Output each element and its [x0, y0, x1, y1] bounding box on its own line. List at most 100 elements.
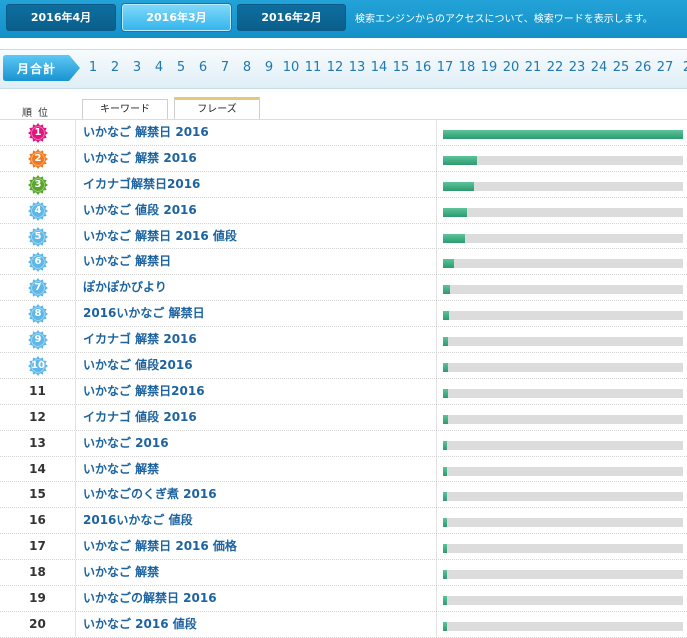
- day-link[interactable]: 2: [676, 60, 687, 75]
- phrase-link[interactable]: 2016いかなご 解禁日: [83, 301, 205, 326]
- tab-keyword[interactable]: キーワード: [82, 99, 168, 119]
- day-link[interactable]: 23: [566, 60, 588, 75]
- table-row: 14 いかなご 解禁: [0, 456, 687, 483]
- day-link[interactable]: 1: [82, 60, 104, 75]
- phrase-link[interactable]: いかなご 解禁日 2016: [83, 120, 209, 145]
- phrase-link[interactable]: いかなご 2016 値段: [83, 612, 197, 637]
- day-link[interactable]: 18: [456, 60, 478, 75]
- top-bar: 2016年4月 2016年3月 2016年2月 検索エンジンからのアクセスについ…: [0, 0, 687, 38]
- bar-cell: [436, 586, 687, 611]
- table-row: 11 いかなご 解禁日2016: [0, 378, 687, 405]
- share-bar-fill: [443, 544, 447, 554]
- table-row: 16 2016いかなご 値段: [0, 508, 687, 535]
- rank-badge-icon: 1: [28, 123, 48, 143]
- day-link[interactable]: 19: [478, 60, 500, 75]
- share-bar-track: [443, 155, 683, 165]
- month-tab-2016-02[interactable]: 2016年2月: [237, 4, 346, 31]
- rank-badge-icon: 6: [28, 252, 48, 273]
- share-bar-fill: [443, 207, 467, 217]
- rank-number: 7: [34, 282, 42, 294]
- day-link[interactable]: 24: [588, 60, 610, 75]
- rank-number: 5: [34, 230, 42, 242]
- share-bar-fill: [443, 337, 448, 347]
- rank-badge-icon: 3: [28, 174, 48, 195]
- day-link[interactable]: 16: [412, 60, 434, 75]
- rank-cell: 1: [0, 120, 76, 145]
- share-bar-track: [443, 363, 683, 373]
- phrase-link[interactable]: いかなご 値段 2016: [83, 198, 197, 223]
- phrase-link[interactable]: イカナゴ解禁日2016: [83, 172, 200, 197]
- day-link[interactable]: 21: [522, 60, 544, 75]
- rank-cell: 17: [0, 534, 76, 560]
- day-link[interactable]: 7: [214, 60, 236, 75]
- bar-cell: [436, 327, 687, 353]
- rank-header: 順位: [22, 108, 54, 119]
- month-tab-2016-04[interactable]: 2016年4月: [6, 4, 116, 31]
- phrase-link[interactable]: いかなご 解禁日: [83, 249, 171, 274]
- bar-cell: [436, 404, 687, 430]
- day-link[interactable]: 11: [302, 60, 324, 75]
- share-bar-fill: [443, 414, 448, 424]
- share-bar-fill: [443, 570, 447, 580]
- table-row: 20 いかなご 2016 値段: [0, 611, 687, 638]
- phrase-link[interactable]: いかなご 解禁日 2016 値段: [83, 224, 237, 249]
- day-link[interactable]: 3: [126, 60, 148, 75]
- table-row: 18 いかなご 解禁: [0, 560, 687, 587]
- day-link[interactable]: 2: [104, 60, 126, 75]
- phrase-link[interactable]: 2016いかなご 値段: [83, 508, 193, 533]
- phrase-link[interactable]: いかなご 値段2016: [83, 353, 193, 378]
- day-link[interactable]: 25: [610, 60, 632, 75]
- bar-cell: [436, 456, 687, 482]
- rank-badge-icon: 7: [28, 278, 48, 299]
- phrase-link[interactable]: いかなご 解禁: [83, 457, 159, 482]
- rank-number: 14: [29, 461, 46, 476]
- table-row: 10 いかなご 値段2016: [0, 353, 687, 379]
- share-bar-track: [443, 492, 683, 502]
- bar-cell: [436, 145, 687, 171]
- rank-cell: 4: [0, 197, 76, 223]
- phrase-link[interactable]: いかなごの解禁日 2016: [83, 586, 217, 611]
- day-link[interactable]: 10: [280, 60, 302, 75]
- day-link[interactable]: 26: [632, 60, 654, 75]
- table-row: 9 イカナゴ 解禁 2016: [0, 327, 687, 354]
- table-row: 12 イカナゴ 値段 2016: [0, 404, 687, 431]
- day-link[interactable]: 9: [258, 60, 280, 75]
- share-bar-track: [443, 414, 683, 424]
- day-link[interactable]: 27: [654, 60, 676, 75]
- day-link[interactable]: 14: [368, 60, 390, 75]
- phrase-link[interactable]: いかなご 解禁: [83, 560, 159, 585]
- table-row: 8 2016いかなご 解禁日: [0, 301, 687, 328]
- bar-cell: [436, 508, 687, 534]
- share-bar-track: [443, 259, 683, 269]
- day-link[interactable]: 4: [148, 60, 170, 75]
- day-link[interactable]: 12: [324, 60, 346, 75]
- phrase-link[interactable]: いかなご 解禁日 2016 価格: [83, 534, 237, 559]
- share-bar-fill: [443, 621, 447, 631]
- day-link[interactable]: 5: [170, 60, 192, 75]
- table-row: 13 いかなご 2016: [0, 430, 687, 457]
- bar-cell: [436, 249, 687, 275]
- tab-phrase[interactable]: フレーズ: [174, 97, 260, 119]
- phrase-link[interactable]: ぽかぽかびより: [83, 275, 167, 300]
- phrase-link[interactable]: いかなごのくぎ煮 2016: [83, 482, 217, 507]
- day-link[interactable]: 6: [192, 60, 214, 75]
- month-total-button[interactable]: 月合計: [3, 55, 81, 81]
- rank-number: 20: [29, 616, 46, 631]
- day-link[interactable]: 22: [544, 60, 566, 75]
- day-link[interactable]: 20: [500, 60, 522, 75]
- month-tab-2016-03[interactable]: 2016年3月: [122, 4, 231, 31]
- rank-number: 19: [29, 591, 46, 606]
- rank-number: 17: [29, 539, 46, 554]
- phrase-link[interactable]: いかなご 2016: [83, 431, 169, 456]
- share-bar-track: [443, 337, 683, 347]
- bar-cell: [436, 301, 687, 327]
- phrase-link[interactable]: イカナゴ 値段 2016: [83, 405, 197, 430]
- day-link[interactable]: 13: [346, 60, 368, 75]
- day-link[interactable]: 8: [236, 60, 258, 75]
- phrase-link[interactable]: いかなご 解禁 2016: [83, 146, 197, 171]
- day-link[interactable]: 15: [390, 60, 412, 75]
- day-link[interactable]: 17: [434, 60, 456, 75]
- share-bar-fill: [443, 466, 447, 476]
- phrase-link[interactable]: イカナゴ 解禁 2016: [83, 327, 197, 352]
- phrase-link[interactable]: いかなご 解禁日2016: [83, 379, 205, 404]
